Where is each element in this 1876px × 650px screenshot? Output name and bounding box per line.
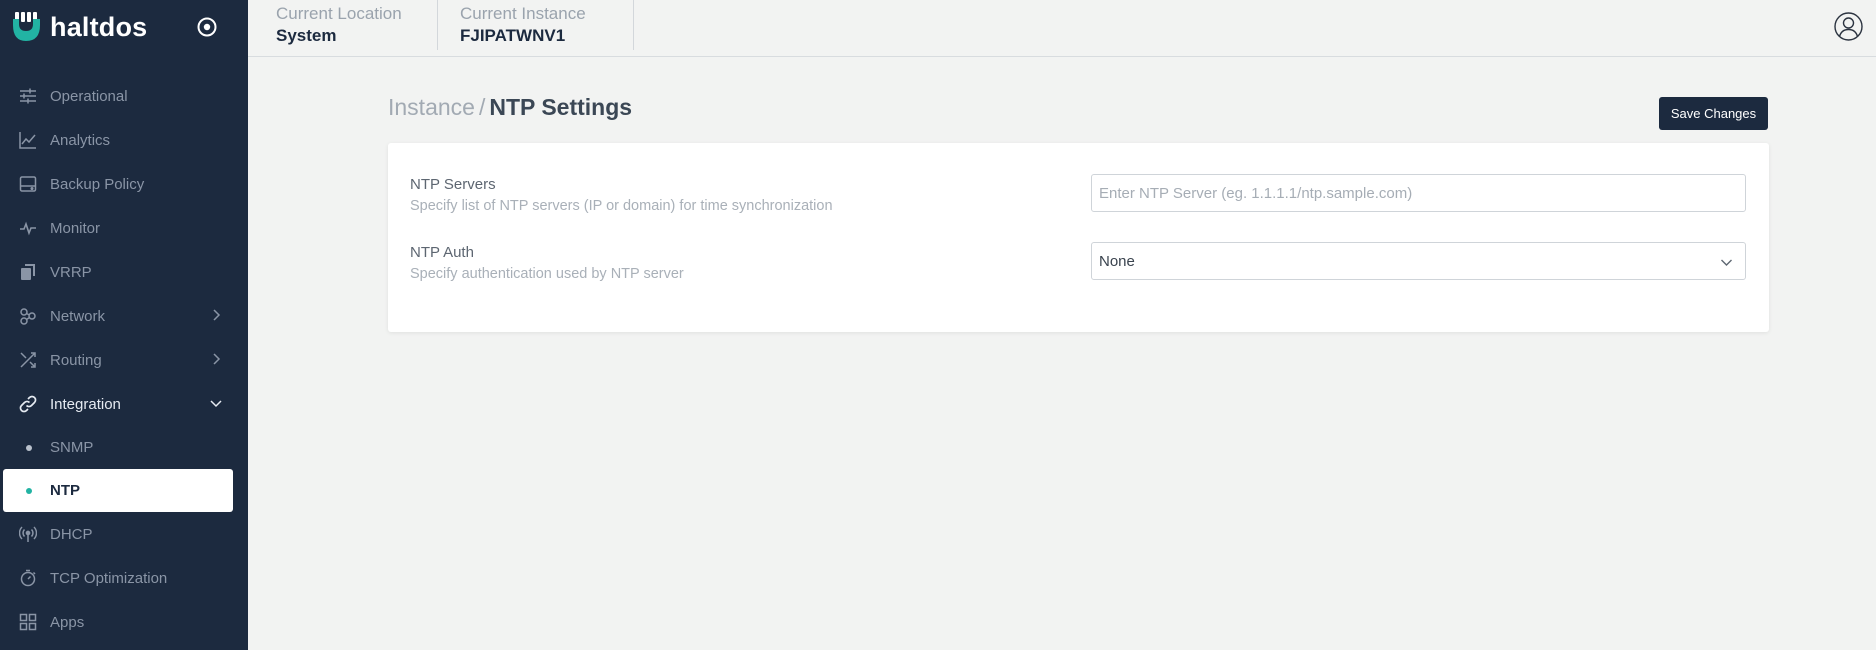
sidebar-item-label: Apps bbox=[50, 613, 85, 631]
sidebar-item-label: Routing bbox=[50, 351, 102, 369]
ntp-servers-help: Specify list of NTP servers (IP or domai… bbox=[410, 198, 833, 214]
line-chart-icon bbox=[19, 132, 36, 149]
sidebar-item-label: Analytics bbox=[50, 131, 111, 149]
shuffle-icon bbox=[20, 352, 36, 368]
ntp-servers-input[interactable] bbox=[1091, 174, 1746, 212]
user-avatar-icon[interactable] bbox=[1834, 12, 1863, 41]
sidebar-item-network[interactable]: Network bbox=[0, 294, 248, 338]
grid-icon bbox=[19, 613, 37, 631]
sidebar: haltdos Operational Analytics Backup Pol… bbox=[0, 0, 248, 650]
current-location-label: Current Location bbox=[276, 4, 402, 23]
target-settings-icon[interactable] bbox=[196, 16, 218, 38]
page-title: NTP Settings bbox=[489, 94, 633, 120]
sidebar-item-label: NTP bbox=[50, 482, 80, 499]
breadcrumb: Instance / NTP Settings bbox=[388, 94, 632, 121]
sidebar-subitem-ntp[interactable]: NTP bbox=[3, 469, 233, 512]
chevron-right-icon bbox=[213, 309, 221, 321]
ntp-settings-card: NTP Servers Specify list of NTP servers … bbox=[388, 143, 1769, 332]
topbar: Current Location System Current Instance… bbox=[248, 0, 1876, 57]
ntp-auth-label: NTP Auth bbox=[410, 244, 474, 261]
bullet-dot-icon bbox=[26, 488, 32, 494]
bullet-dot-icon bbox=[26, 445, 32, 451]
sidebar-item-dhcp[interactable]: DHCP bbox=[0, 512, 248, 556]
sidebar-item-label: Network bbox=[50, 307, 106, 325]
sidebar-nav: Operational Analytics Backup Policy Moni… bbox=[0, 74, 248, 644]
brand-name: haltdos bbox=[50, 11, 148, 42]
ntp-auth-select[interactable]: None bbox=[1091, 242, 1746, 280]
sidebar-item-integration[interactable]: Integration bbox=[0, 382, 248, 426]
ntp-servers-label: NTP Servers bbox=[410, 176, 496, 193]
sidebar-item-label: DHCP bbox=[50, 525, 93, 543]
sidebar-subitem-snmp[interactable]: SNMP bbox=[0, 426, 248, 469]
current-location-value: System bbox=[276, 26, 337, 45]
network-icon bbox=[20, 308, 36, 325]
sidebar-item-label: TCP Optimization bbox=[50, 569, 168, 587]
sidebar-item-label: Backup Policy bbox=[50, 175, 145, 193]
sidebar-item-monitor[interactable]: Monitor bbox=[0, 206, 248, 250]
sidebar-item-label: Integration bbox=[50, 395, 121, 413]
chevron-down-icon bbox=[1721, 259, 1732, 266]
sidebar-item-analytics[interactable]: Analytics bbox=[0, 118, 248, 162]
hard-drive-icon bbox=[19, 176, 37, 192]
ntp-auth-selected-value: None bbox=[1099, 252, 1135, 270]
current-location[interactable]: Current Location System bbox=[276, 0, 438, 50]
sidebar-item-vrrp[interactable]: VRRP bbox=[0, 250, 248, 294]
sidebar-item-label: Monitor bbox=[50, 219, 101, 237]
stopwatch-icon bbox=[20, 569, 36, 587]
sidebar-item-tcp-optimization[interactable]: TCP Optimization bbox=[0, 556, 248, 600]
save-changes-button[interactable]: Save Changes bbox=[1659, 97, 1768, 130]
haltdos-logo-icon bbox=[13, 12, 40, 41]
breadcrumb-separator: / bbox=[478, 94, 486, 120]
antenna-icon bbox=[19, 526, 37, 542]
copy-icon bbox=[21, 264, 35, 280]
pulse-icon bbox=[20, 221, 36, 236]
sidebar-item-routing[interactable]: Routing bbox=[0, 338, 248, 382]
breadcrumb-parent[interactable]: Instance bbox=[388, 94, 475, 120]
current-instance-value: FJIPATWNV1 bbox=[460, 26, 566, 45]
link-icon bbox=[19, 395, 37, 413]
sliders-icon bbox=[20, 88, 36, 104]
chevron-down-icon bbox=[210, 400, 222, 408]
chevron-right-icon bbox=[213, 353, 221, 365]
current-instance[interactable]: Current Instance FJIPATWNV1 bbox=[460, 0, 634, 50]
sidebar-item-label: Operational bbox=[50, 87, 128, 105]
sidebar-item-backup-policy[interactable]: Backup Policy bbox=[0, 162, 248, 206]
ntp-auth-help: Specify authentication used by NTP serve… bbox=[410, 266, 684, 282]
sidebar-item-operational[interactable]: Operational bbox=[0, 74, 248, 118]
sidebar-item-label: VRRP bbox=[50, 263, 92, 281]
sidebar-item-label: SNMP bbox=[50, 439, 94, 456]
sidebar-item-apps[interactable]: Apps bbox=[0, 600, 248, 644]
current-instance-label: Current Instance bbox=[460, 4, 586, 23]
brand[interactable]: haltdos bbox=[12, 10, 147, 44]
